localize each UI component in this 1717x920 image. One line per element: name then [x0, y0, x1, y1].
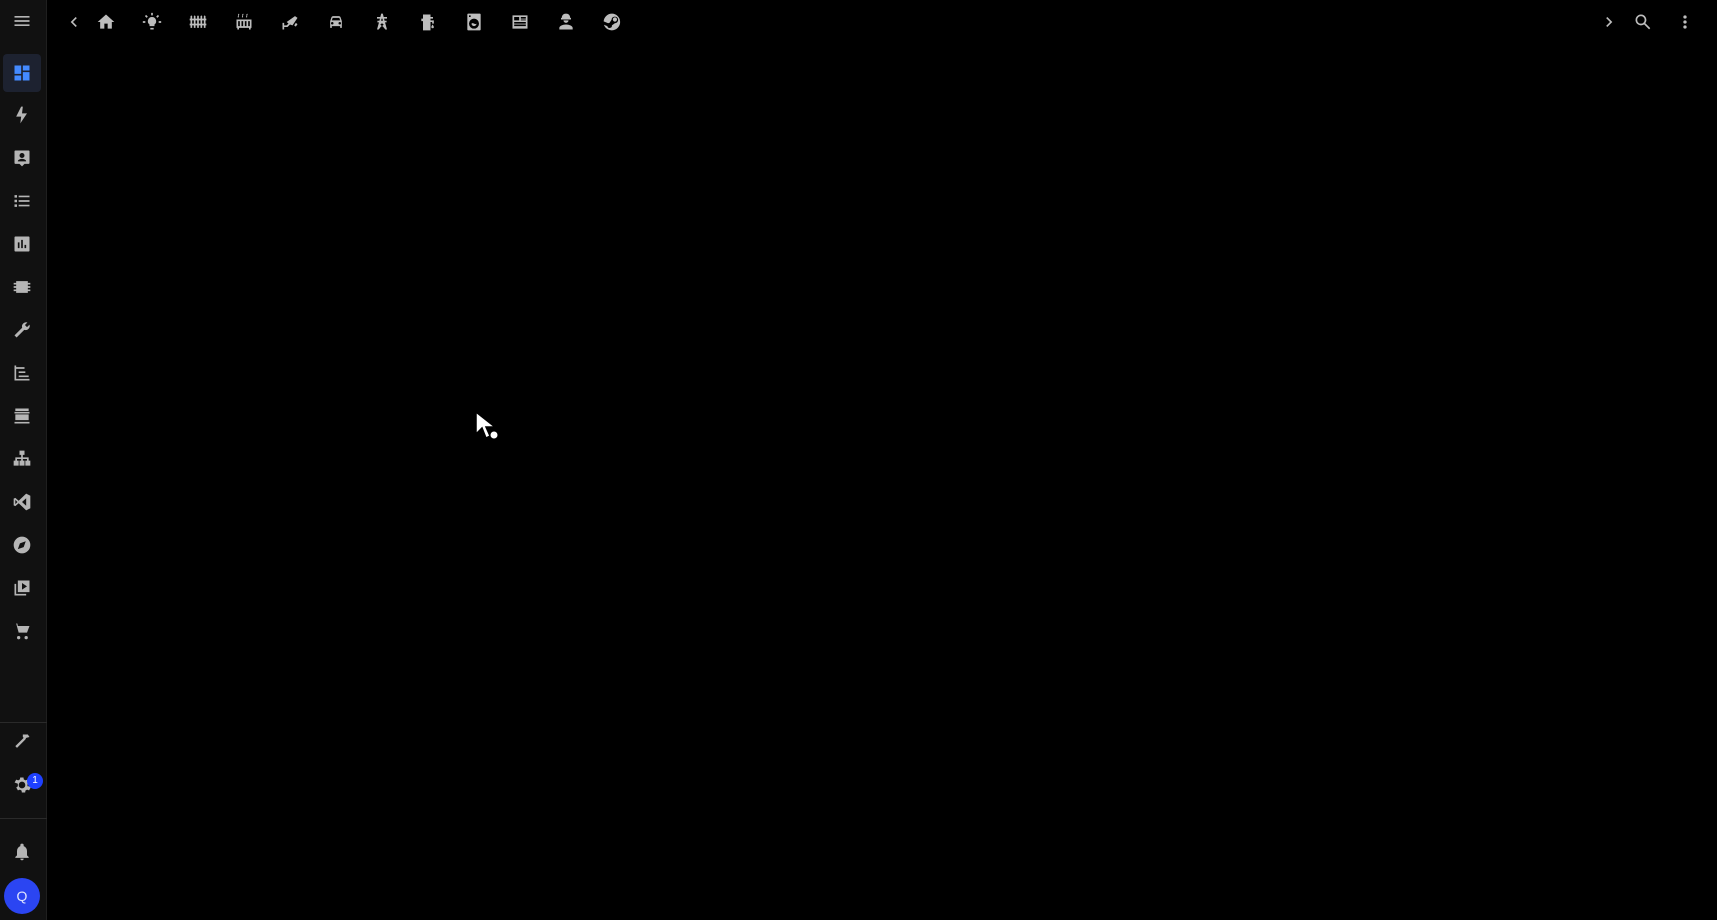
chart-box-icon	[14, 236, 30, 252]
car-icon	[330, 16, 342, 28]
sidebar-item-history[interactable]	[3, 225, 41, 263]
sidebar-item-settings[interactable]: 1	[3, 766, 43, 804]
sitemap-outline-icon	[14, 365, 30, 381]
hacs-store-icon	[14, 408, 30, 424]
user-avatar[interactable]: Q	[4, 878, 40, 914]
water-pump-icon	[421, 14, 434, 31]
sidebar-item-zigbee[interactable]	[3, 440, 41, 478]
scroll-tabs-left-button[interactable]	[56, 4, 92, 40]
play-box-multiple-icon	[14, 580, 30, 596]
toolbar	[47, 0, 1717, 44]
washing-machine-icon	[467, 13, 481, 31]
tab-view-laundry[interactable]	[456, 4, 492, 40]
chevron-right-icon	[1606, 17, 1613, 27]
hammer-icon	[15, 734, 30, 748]
sidebar-item-media[interactable]	[3, 569, 41, 607]
tab-view-steam[interactable]	[594, 4, 630, 40]
sidebar-item-dashboard[interactable]	[3, 54, 41, 92]
fence-icon	[189, 15, 207, 28]
menu-button[interactable]	[3, 2, 41, 40]
sidebar-item-esphome[interactable]	[3, 268, 41, 306]
sidebar: 1 Q	[0, 0, 47, 920]
sidebar-item-vscode[interactable]	[3, 483, 41, 521]
wrench-icon	[14, 322, 30, 338]
tab-view-car[interactable]	[318, 4, 354, 40]
cart-icon	[13, 623, 30, 640]
sidebar-item-logbook[interactable]	[3, 182, 41, 220]
sidebar-item-node-red[interactable]	[3, 354, 41, 392]
scroll-tabs-right-button[interactable]	[1591, 4, 1627, 40]
steam-icon	[603, 13, 621, 31]
compass-icon	[13, 536, 31, 554]
hierarchy-icon	[13, 450, 31, 466]
tab-view-lights[interactable]	[134, 4, 170, 40]
newspaper-icon	[512, 15, 528, 29]
tab-view-heating[interactable]	[226, 4, 262, 40]
tab-view-news[interactable]	[502, 4, 538, 40]
format-list-bulleted-icon	[14, 195, 30, 207]
lightbulb-icon	[142, 12, 162, 30]
sidebar-item-shopping-list[interactable]	[3, 612, 41, 650]
tab-view-water[interactable]	[410, 4, 446, 40]
dashboard-view	[47, 44, 1717, 920]
menu-icon	[14, 16, 30, 26]
lightning-bolt-icon	[16, 106, 27, 124]
avatar-initial: Q	[16, 888, 28, 904]
sidebar-divider	[0, 818, 47, 819]
tab-view-garden[interactable]	[180, 4, 216, 40]
home-icon	[97, 14, 115, 29]
tab-view-home[interactable]	[88, 4, 124, 40]
more-options-button[interactable]	[1667, 4, 1703, 40]
tab-view-cameras[interactable]	[272, 4, 308, 40]
magnify-icon	[1635, 14, 1651, 30]
chevron-left-icon	[70, 17, 77, 27]
view-dashboard-icon	[14, 65, 30, 81]
sidebar-item-map[interactable]	[3, 139, 41, 177]
sidebar-item-developer-tools[interactable]	[3, 723, 41, 761]
transmission-tower-icon	[377, 13, 387, 30]
chip-icon	[13, 281, 31, 293]
account-hard-hat-icon	[559, 13, 573, 30]
code-editor-icon	[13, 493, 31, 511]
sidebar-item-hacs[interactable]	[3, 397, 41, 435]
dots-vertical-icon	[1683, 15, 1687, 29]
tab-view-energy[interactable]	[364, 4, 400, 40]
sidebar-item-tools[interactable]	[3, 311, 41, 349]
radiator-icon	[236, 13, 252, 30]
settings-badge: 1	[27, 773, 43, 789]
cctv-icon	[282, 16, 298, 30]
sidebar-item-notifications[interactable]	[3, 833, 41, 871]
account-box-icon	[14, 150, 30, 167]
sidebar-item-explore[interactable]	[3, 526, 41, 564]
tab-view-work[interactable]	[548, 4, 584, 40]
bell-icon	[15, 843, 29, 861]
sidebar-item-energy[interactable]	[3, 96, 41, 134]
search-button[interactable]	[1625, 4, 1661, 40]
mouse-cursor-icon	[475, 410, 499, 440]
